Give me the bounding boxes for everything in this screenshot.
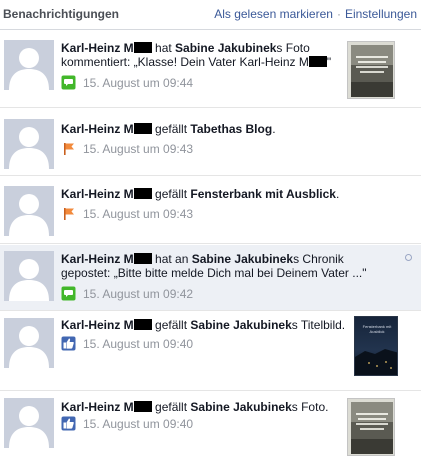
mark-all-read-link[interactable]: Als gelesen markieren: [214, 7, 333, 21]
notification-text[interactable]: Karl-Heinz M gefällt Sabine Jakubineks T…: [61, 318, 346, 332]
flag-icon: [64, 143, 74, 155]
actor-name[interactable]: Karl-Heinz M: [61, 122, 134, 136]
notification-item[interactable]: Karl-Heinz M gefällt Fensterbank mit Aus…: [0, 177, 421, 244]
avatar[interactable]: [4, 119, 54, 169]
header-links: Als gelesen markieren · Einstellungen: [214, 7, 417, 21]
actor-name[interactable]: Karl-Heinz M: [61, 318, 134, 332]
target-name[interactable]: Sabine Jakubinek: [190, 400, 291, 414]
timestamp: 15. August um 09:40: [83, 417, 194, 431]
actor-name[interactable]: Karl-Heinz M: [61, 400, 134, 414]
flag-icon: [64, 208, 74, 220]
timestamp: 15. August um 09:43: [83, 142, 194, 156]
notification-item[interactable]: Karl-Heinz M gefällt Tabethas Blog. 15. …: [0, 109, 421, 176]
avatar[interactable]: [4, 251, 54, 301]
avatar[interactable]: [4, 318, 54, 368]
timestamp: 15. August um 09:40: [83, 337, 194, 351]
avatar[interactable]: [4, 398, 54, 448]
redaction-block: [133, 123, 152, 134]
target-name[interactable]: Sabine Jakubinek: [190, 318, 291, 332]
comment-icon: [61, 75, 76, 90]
redaction-block: [308, 56, 327, 67]
redaction-block: [133, 253, 152, 264]
notification-text[interactable]: Karl-Heinz M gefällt Tabethas Blog.: [61, 122, 346, 136]
actor-name[interactable]: Karl-Heinz M: [61, 252, 134, 266]
notification-text[interactable]: Karl-Heinz M hat Sabine Jakubineks Foto …: [61, 41, 346, 69]
photo-thumbnail[interactable]: [347, 41, 395, 99]
actor-name[interactable]: Karl-Heinz M: [61, 41, 134, 55]
target-name[interactable]: Sabine Jakubinek: [175, 41, 276, 55]
notification-item[interactable]: Karl-Heinz M gefällt Sabine Jakubineks T…: [0, 312, 421, 391]
separator: ·: [336, 7, 341, 21]
target-name[interactable]: Tabethas Blog: [190, 122, 272, 136]
like-icon: [61, 416, 76, 431]
notification-text[interactable]: Karl-Heinz M gefällt Fensterbank mit Aus…: [61, 187, 346, 201]
page-title: Benachrichtigungen: [3, 7, 120, 21]
redaction-block: [133, 42, 152, 53]
redaction-block: [133, 319, 152, 330]
notification-item[interactable]: Karl-Heinz M hat Sabine Jakubineks Foto …: [0, 31, 421, 108]
timestamp: 15. August um 09:44: [83, 76, 194, 90]
settings-link[interactable]: Einstellungen: [345, 7, 417, 21]
avatar[interactable]: [4, 40, 54, 90]
redaction-block: [133, 401, 152, 412]
target-name[interactable]: Fensterbank mit Ausblick: [190, 187, 336, 201]
notification-item-unread[interactable]: Karl-Heinz M hat an Sabine Jakubineks Ch…: [0, 245, 421, 311]
photo-thumbnail[interactable]: [347, 398, 395, 456]
avatar[interactable]: [4, 186, 54, 236]
cover-photo-thumbnail[interactable]: Fensterbank mit Ausblick: [354, 316, 398, 376]
notification-item[interactable]: Karl-Heinz M gefällt Sabine Jakubineks F…: [0, 392, 421, 471]
comment-icon: [61, 286, 76, 301]
notification-text[interactable]: Karl-Heinz M gefällt Sabine Jakubineks F…: [61, 400, 346, 414]
thumbnail-caption: Fensterbank mit Ausblick: [362, 324, 392, 334]
mark-read-toggle[interactable]: [405, 254, 412, 261]
notifications-header: Benachrichtigungen Als gelesen markieren…: [0, 0, 421, 30]
notification-text[interactable]: Karl-Heinz M hat an Sabine Jakubineks Ch…: [61, 252, 396, 280]
timestamp: 15. August um 09:43: [83, 207, 194, 221]
target-name[interactable]: Sabine Jakubinek: [192, 252, 293, 266]
actor-name[interactable]: Karl-Heinz M: [61, 187, 134, 201]
redaction-block: [133, 188, 152, 199]
timestamp: 15. August um 09:42: [83, 287, 194, 301]
like-icon: [61, 336, 76, 351]
